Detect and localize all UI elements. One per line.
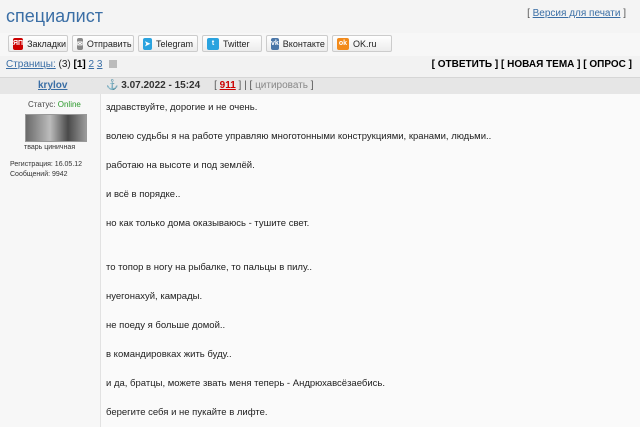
author-info: Регистрация: 16.05.12 Сообщений: 9942 <box>10 160 82 180</box>
registration-date: Регистрация: 16.05.12 <box>10 161 83 168</box>
pagination-row: Страницы: (3) [1] 2 3 [ ОТВЕТИТЬ ] [ НОВ… <box>0 57 640 74</box>
reply-button[interactable]: ОТВЕТИТЬ <box>438 59 492 70</box>
page-header: специалист [ Версия для печати ] <box>0 0 640 34</box>
page-2-link[interactable]: 2 <box>89 59 95 70</box>
share-vk-button[interactable]: vk Вконтакте <box>266 35 328 52</box>
status-label: Статус: <box>28 100 56 109</box>
post-author[interactable]: krylov <box>38 80 67 91</box>
twitter-icon: t <box>207 37 219 50</box>
vk-icon: vk <box>271 37 279 50</box>
message-count: Сообщений: 9942 <box>10 171 68 178</box>
print-version-link[interactable]: Версия для печати <box>533 8 621 19</box>
share-telegram-button[interactable]: ➤ Telegram <box>138 35 198 52</box>
post-line: в командировках жить буду.. <box>106 349 232 360</box>
ok-icon: ok <box>337 37 349 50</box>
author-profile: Статус: Online тварь циничная Регистраци… <box>0 94 101 427</box>
yandex-icon: ЯП <box>13 37 24 50</box>
share-label: OK.ru <box>353 38 377 49</box>
share-ok-button[interactable]: ok OK.ru <box>332 35 392 52</box>
post-header: krylov ⚓ 3.07.2022 - 15:24 [ 911 ] | [ ц… <box>0 77 640 95</box>
share-label: Вконтакте <box>282 38 325 49</box>
post-line: волею судьбы я на работе управляю многот… <box>106 131 492 142</box>
post-line: то топор в ногу на рыбалке, то пальцы в … <box>106 262 313 273</box>
avatar[interactable] <box>25 114 87 142</box>
pagination: Страницы: (3) [1] 2 3 <box>6 59 118 70</box>
post-meta: ⚓ 3.07.2022 - 15:24 [ 911 ] | [ цитирова… <box>106 80 314 91</box>
post-line: работаю на высоте и под землёй. <box>106 160 255 171</box>
user-status: Статус: Online <box>28 100 81 109</box>
mail-icon: ✉ <box>77 37 83 50</box>
share-label: Закладки <box>27 38 67 49</box>
pages-label[interactable]: Страницы: <box>6 59 56 70</box>
post-line: здравствуйте, дорогие и не очень. <box>106 102 258 113</box>
telegram-icon: ➤ <box>143 37 152 50</box>
share-bookmarks-button[interactable]: ЯП Закладки <box>8 35 68 52</box>
post-line: и всё в порядке.. <box>106 189 181 200</box>
share-bar: ЯП Закладки ✉ Отправить ➤ Telegram t Twi… <box>0 33 640 56</box>
share-twitter-button[interactable]: t Twitter <box>202 35 262 52</box>
pages-count: (3) <box>58 59 71 70</box>
page-current: [1] <box>73 59 86 70</box>
topic-actions: [ ОТВЕТИТЬ ] [ НОВАЯ ТЕМА ] [ ОПРОС ] <box>431 59 632 70</box>
cite-button[interactable]: цитировать <box>255 80 308 91</box>
poll-button[interactable]: ОПРОС <box>589 59 626 70</box>
avatar-caption: тварь циничная <box>24 144 76 151</box>
post-line: нуегонахуй, камрады. <box>106 291 203 302</box>
post-number[interactable]: 911 <box>220 80 236 91</box>
post-body: здравствуйте, дорогие и не очень. волею … <box>101 94 640 427</box>
pages-menu-icon[interactable] <box>109 60 118 69</box>
post-line: берегите себя и не пукайте в лифте. <box>106 407 268 418</box>
print-version: [ Версия для печати ] <box>527 8 626 19</box>
share-send-button[interactable]: ✉ Отправить <box>72 35 134 52</box>
anchor-icon[interactable]: ⚓ <box>106 80 118 91</box>
share-label: Telegram <box>155 38 193 49</box>
page-3-link[interactable]: 3 <box>97 59 103 70</box>
post-line: не поеду я больше домой.. <box>106 320 226 331</box>
share-label: Twitter <box>223 38 250 49</box>
status-value: Online <box>57 100 81 109</box>
post-date: 3.07.2022 - 15:24 <box>121 80 201 91</box>
page-title: специалист <box>6 6 103 26</box>
share-label: Отправить <box>86 38 132 49</box>
post-line: но как только дома оказываюсь - тушите с… <box>106 218 310 229</box>
post-line: и да, братцы, можете звать меня теперь -… <box>106 378 385 389</box>
new-topic-button[interactable]: НОВАЯ ТЕМА <box>507 59 574 70</box>
